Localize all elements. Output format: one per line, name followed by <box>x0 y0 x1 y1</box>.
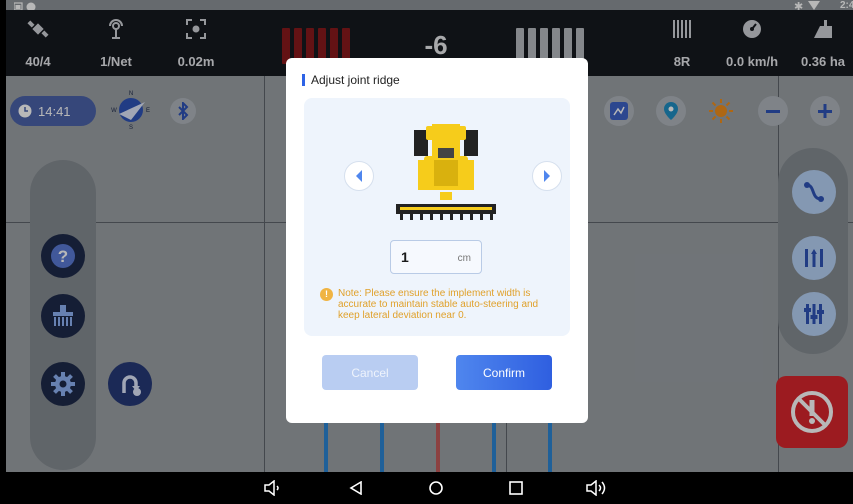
adjust-joint-ridge-dialog: Adjust joint ridge 1 cm ! Note: Please e… <box>286 58 588 423</box>
volume-up-button[interactable] <box>584 478 608 498</box>
recents-icon <box>509 481 523 495</box>
ridge-width-unit: cm <box>457 253 471 264</box>
width-note: ! Note: Please ensure the implement widt… <box>320 288 556 321</box>
ridge-width-input[interactable]: 1 cm <box>390 240 482 274</box>
tractor-icon <box>396 124 496 220</box>
cancel-button[interactable]: Cancel <box>322 355 418 390</box>
recents-button[interactable] <box>504 478 528 498</box>
info-icon: ! <box>320 288 333 301</box>
chevron-right-icon <box>544 170 550 182</box>
tractor-illustration <box>396 120 496 226</box>
system-navigation-bar <box>0 472 853 504</box>
next-button[interactable] <box>532 161 562 191</box>
home-button[interactable] <box>424 478 448 498</box>
previous-button[interactable] <box>344 161 374 191</box>
note-text: Note: Please ensure the implement width … <box>338 288 539 321</box>
volume-down-icon <box>264 480 279 496</box>
ridge-width-value[interactable]: 1 <box>401 249 409 265</box>
home-icon <box>429 481 443 495</box>
app-screen: ✱ 2:4 40/4 1/Net 0.02m -6 8R 0.0 km/h 0.… <box>6 0 853 504</box>
volume-down-button[interactable] <box>260 478 284 498</box>
dialog-content-panel: 1 cm ! Note: Please ensure the implement… <box>304 98 570 336</box>
confirm-button[interactable]: Confirm <box>456 355 552 390</box>
dialog-title: Adjust joint ridge <box>302 74 400 86</box>
chevron-left-icon <box>356 170 362 182</box>
back-icon <box>349 481 362 495</box>
volume-up-icon <box>586 480 606 496</box>
back-button[interactable] <box>344 478 368 498</box>
